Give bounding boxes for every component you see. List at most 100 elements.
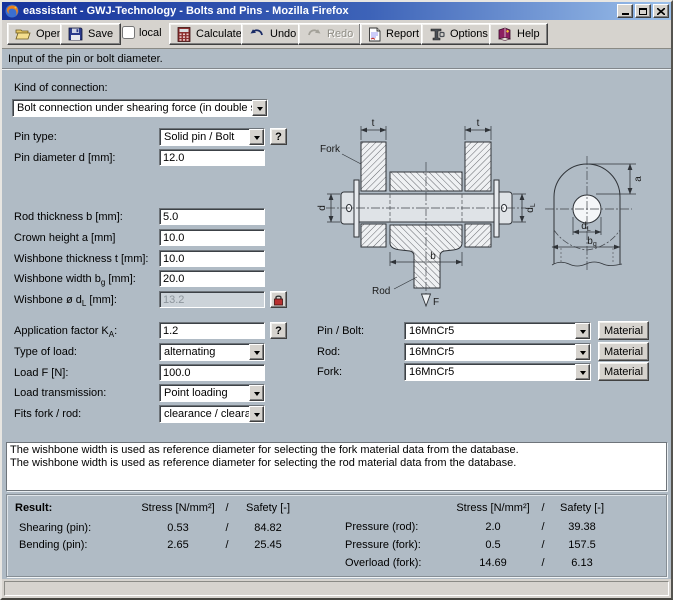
redo-button-label: Redo bbox=[327, 28, 353, 40]
calculate-button[interactable]: Calculate bbox=[169, 23, 250, 45]
material-fork-value: 16MnCr5 bbox=[405, 364, 575, 380]
redo-arrow-icon bbox=[306, 28, 322, 40]
result-row-stress: 0.5 bbox=[451, 539, 535, 551]
chevron-down-icon bbox=[580, 351, 586, 358]
kind-of-connection-dropdown-button[interactable] bbox=[252, 100, 267, 116]
undo-button-label: Undo bbox=[270, 28, 296, 40]
rod-thickness-input[interactable] bbox=[159, 208, 265, 225]
crown-height-input[interactable] bbox=[159, 229, 265, 246]
results-safety-header-left: Safety [-] bbox=[239, 502, 297, 514]
save-floppy-icon bbox=[68, 27, 83, 41]
result-row-safety: 84.82 bbox=[239, 522, 297, 534]
result-row-label: Shearing (pin): bbox=[19, 522, 91, 534]
wishbone-thickness-input[interactable] bbox=[159, 250, 265, 267]
chevron-down-icon bbox=[254, 136, 260, 143]
input-form: Kind of connection: Bolt connection unde… bbox=[2, 70, 671, 442]
lock-icon bbox=[273, 294, 284, 306]
result-row-safety: 157.5 bbox=[553, 539, 611, 551]
material-pin-label: Pin / Bolt: bbox=[317, 325, 364, 337]
pin-diameter-input[interactable] bbox=[159, 149, 265, 166]
results-separator: / bbox=[221, 539, 233, 551]
material-pin-button[interactable]: Material bbox=[598, 321, 649, 340]
kind-of-connection-value: Bolt connection under shearing force (in… bbox=[13, 100, 252, 116]
material-pin-value: 16MnCr5 bbox=[405, 323, 575, 339]
wishbone-diameter-label: Wishbone ø dL [mm]: bbox=[14, 294, 117, 308]
application-factor-help-button[interactable]: ? bbox=[270, 322, 287, 339]
undo-arrow-icon bbox=[249, 28, 265, 40]
help-button[interactable]: Help bbox=[489, 23, 548, 45]
fits-dropdown-button[interactable] bbox=[249, 406, 264, 422]
material-rod-select[interactable]: 16MnCr5 bbox=[404, 343, 591, 361]
load-transmission-dropdown-button[interactable] bbox=[249, 385, 264, 401]
info-text: Input of the pin or bolt diameter. bbox=[8, 53, 163, 65]
application-factor-input[interactable] bbox=[159, 322, 265, 339]
result-row-stress: 14.69 bbox=[451, 557, 535, 569]
minimize-button[interactable] bbox=[617, 4, 633, 18]
app-window: eassistant - GWJ-Technology - Bolts and … bbox=[0, 0, 673, 600]
chevron-down-icon bbox=[257, 107, 263, 114]
drawing-dim-bg: bg bbox=[587, 236, 597, 248]
material-fork-button[interactable]: Material bbox=[598, 362, 649, 381]
results-stress-header-right: Stress [N/mm²] bbox=[451, 502, 535, 514]
firefox-icon bbox=[5, 4, 19, 18]
help-button-label: Help bbox=[517, 28, 540, 40]
rod-thickness-label: Rod thickness b [mm]: bbox=[14, 211, 123, 223]
drawing-dim-a: a bbox=[633, 176, 644, 182]
kind-of-connection-select[interactable]: Bolt connection under shearing force (in… bbox=[12, 99, 268, 117]
status-bar-panel bbox=[4, 581, 669, 596]
maximize-icon bbox=[639, 8, 647, 15]
type-of-load-dropdown-button[interactable] bbox=[249, 344, 264, 360]
material-fork-select[interactable]: 16MnCr5 bbox=[404, 363, 591, 381]
material-fork-dropdown-button[interactable] bbox=[575, 364, 590, 380]
options-button[interactable]: Options bbox=[421, 23, 496, 45]
report-document-icon bbox=[368, 27, 381, 42]
wishbone-diameter-input bbox=[159, 291, 265, 308]
save-button[interactable]: Save bbox=[60, 23, 121, 45]
drawing-label-fork: Fork bbox=[320, 144, 341, 155]
drawing-dim-dl-main: dL bbox=[525, 203, 537, 213]
results-separator: / bbox=[537, 521, 549, 533]
local-checkbox-label: local bbox=[139, 27, 162, 39]
local-checkbox[interactable] bbox=[122, 26, 135, 39]
wishbone-thickness-label: Wishbone thickness t [mm]: bbox=[14, 253, 149, 265]
maximize-button[interactable] bbox=[635, 4, 651, 18]
undo-button[interactable]: Undo bbox=[241, 23, 304, 45]
open-folder-icon bbox=[15, 27, 31, 41]
material-rod-value: 16MnCr5 bbox=[405, 344, 575, 360]
crown-height-label: Crown height a [mm] bbox=[14, 232, 115, 244]
close-button[interactable] bbox=[653, 4, 669, 18]
save-button-label: Save bbox=[88, 28, 113, 40]
fits-select[interactable]: clearance / clearanc bbox=[159, 405, 265, 423]
type-of-load-select[interactable]: alternating bbox=[159, 343, 265, 361]
results-title: Result: bbox=[15, 502, 52, 514]
title-bar: eassistant - GWJ-Technology - Bolts and … bbox=[2, 2, 671, 20]
load-f-input[interactable] bbox=[159, 364, 265, 381]
chevron-down-icon bbox=[254, 351, 260, 358]
pin-type-dropdown-button[interactable] bbox=[249, 129, 264, 145]
result-row-label: Pressure (fork): bbox=[345, 539, 421, 551]
material-pin-dropdown-button[interactable] bbox=[575, 323, 590, 339]
load-transmission-select[interactable]: Point loading bbox=[159, 384, 265, 402]
drawing-label-rod: Rod bbox=[372, 286, 390, 297]
wishbone-diameter-lock-button[interactable] bbox=[270, 291, 287, 308]
wishbone-width-label: Wishbone width bg [mm]: bbox=[14, 273, 136, 287]
pin-type-help-button[interactable]: ? bbox=[270, 128, 287, 145]
help-book-icon bbox=[497, 27, 512, 41]
report-button[interactable]: Report bbox=[360, 23, 427, 45]
wishbone-width-input[interactable] bbox=[159, 270, 265, 287]
material-pin-select[interactable]: 16MnCr5 bbox=[404, 322, 591, 340]
results-stress-header-left: Stress [N/mm²] bbox=[135, 502, 221, 514]
load-transmission-label: Load transmission: bbox=[14, 387, 106, 399]
load-transmission-value: Point loading bbox=[160, 385, 249, 401]
load-f-label: Load F [N]: bbox=[14, 367, 68, 379]
chevron-down-icon bbox=[580, 330, 586, 337]
minimize-icon bbox=[622, 13, 629, 15]
material-rod-button[interactable]: Material bbox=[598, 342, 649, 361]
fits-value: clearance / clearanc bbox=[160, 406, 249, 422]
redo-button: Redo bbox=[298, 23, 361, 45]
result-row-label: Pressure (rod): bbox=[345, 521, 418, 533]
material-rod-dropdown-button[interactable] bbox=[575, 344, 590, 360]
material-fork-label: Fork: bbox=[317, 366, 342, 378]
calculate-button-label: Calculate bbox=[196, 28, 242, 40]
pin-type-select[interactable]: Solid pin / Bolt bbox=[159, 128, 265, 146]
